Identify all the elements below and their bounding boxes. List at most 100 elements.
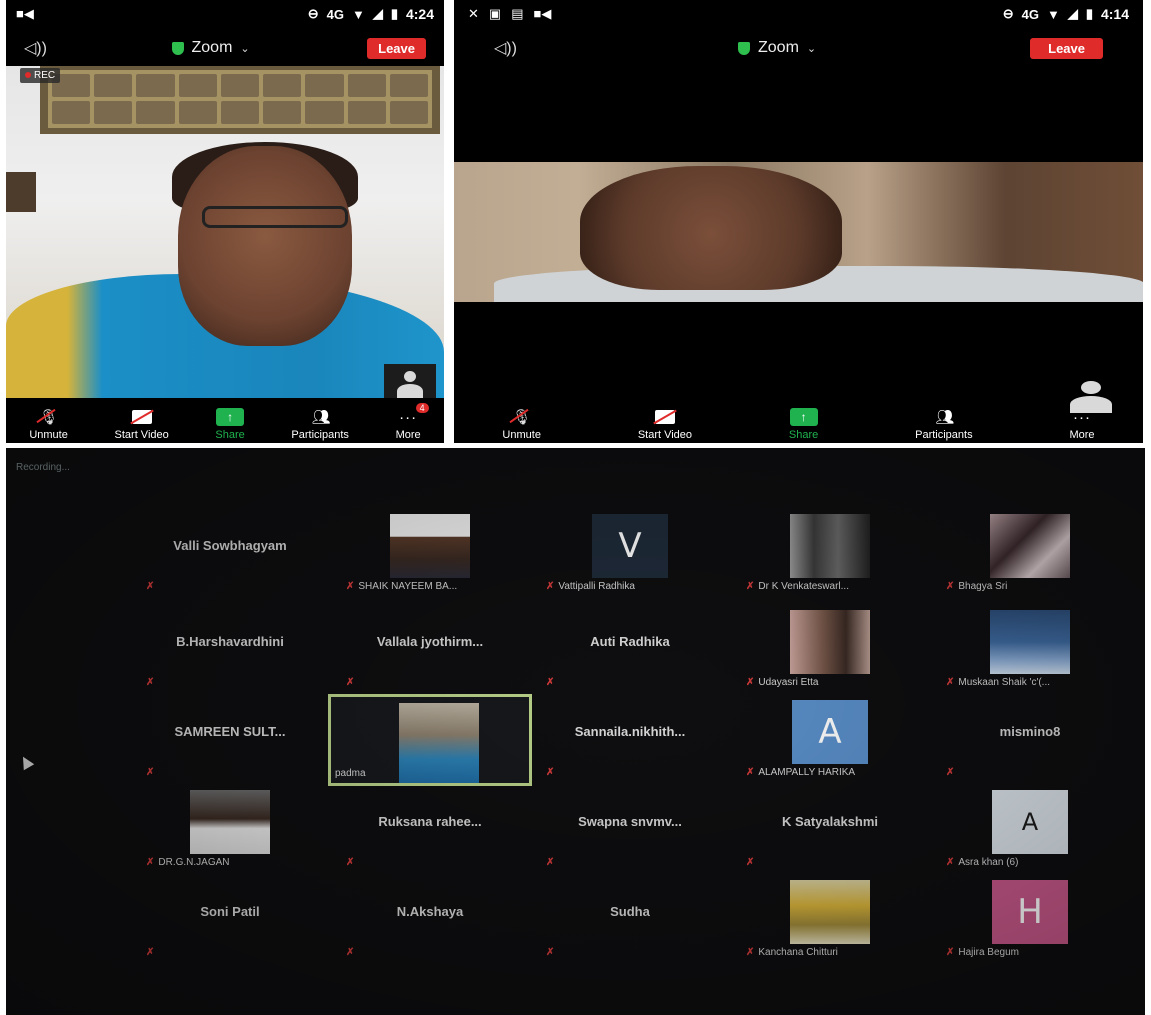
share-button[interactable]: ↑ Share	[215, 407, 245, 441]
status-time: 4:14	[1100, 6, 1129, 22]
participant-tile[interactable]: ✗ SHAIK NAYEEM BA...	[332, 510, 528, 596]
participant-tile[interactable]: K Satyalakshmi ✗	[732, 786, 928, 872]
meeting-toolbar: 🎙︎ Unmute Start Video ↑ Share 👥︎ Participan…	[454, 399, 1143, 443]
mic-muted-icon: ✗	[946, 767, 955, 778]
participant-tile[interactable]: SAMREEN SULT... ✗	[132, 696, 328, 782]
video-camera-icon: ■◀	[533, 6, 552, 21]
participant-label: ✗ Bhagya Sri	[946, 581, 1007, 592]
participant-tile[interactable]: Ruksana rahee... ✗	[332, 786, 528, 872]
participant-label: ✗	[146, 767, 154, 778]
participant-label: ✗	[746, 857, 754, 868]
participant-label: ✗ SHAIK NAYEEM BA...	[346, 581, 457, 592]
speaker-face	[178, 146, 352, 346]
video-off-icon	[131, 410, 152, 424]
participant-tile[interactable]: N.Akshaya ✗	[332, 876, 528, 962]
more-badge: 4	[415, 403, 429, 413]
leave-button[interactable]: Leave	[1030, 37, 1103, 59]
participant-label-text: DR.G.N.JAGAN	[158, 857, 230, 868]
more-button[interactable]: ··· 4 More	[395, 403, 429, 441]
participant-name: B.Harshavardhini	[176, 634, 284, 649]
apple-logo-avatar: A	[992, 790, 1068, 854]
start-video-button[interactable]: Start Video	[115, 407, 169, 441]
participant-tile[interactable]: ✗ Kanchana Chitturi	[732, 876, 928, 962]
participant-name: Swapna snvmv...	[578, 814, 682, 829]
more-label: More	[395, 429, 421, 441]
participant-tile[interactable]: ✗ Bhagya Sri	[932, 510, 1128, 596]
participant-name: Vallala jyothirm...	[376, 634, 484, 649]
participant-label: ✗	[546, 857, 554, 868]
unmute-button[interactable]: 🎙︎ Unmute	[29, 407, 68, 441]
mouse-cursor-icon	[17, 753, 35, 771]
participant-photo	[790, 610, 870, 674]
participant-label-text: Vattipalli Radhika	[558, 581, 635, 592]
participant-tile[interactable]: V ✗ Vattipalli Radhika	[532, 510, 728, 596]
participant-label: ✗ Asra khan (6)	[946, 857, 1018, 868]
more-dots-icon: ···	[399, 408, 418, 426]
participant-label: ✗	[346, 857, 354, 868]
participant-tile[interactable]: ✗ Dr K Venkateswarl...	[732, 510, 928, 596]
network-label: 4G	[1021, 6, 1039, 22]
gallery-view-screen: Recording... Valli Sowbhagyam ✗ ✗ SHAIK NAY…	[6, 448, 1145, 1015]
participant-name: Soni Patil	[200, 904, 260, 919]
video-camera-icon: ■◀	[16, 6, 34, 21]
participant-tile[interactable]: Swapna snvmv... ✗	[532, 786, 728, 872]
participant-tile[interactable]: A ✗ Asra khan (6)	[932, 786, 1128, 872]
participant-tile[interactable]: padma	[328, 694, 532, 786]
participant-name: Auti Radhika	[590, 634, 670, 649]
share-button[interactable]: ↑ Share	[789, 407, 818, 441]
participant-photo	[990, 610, 1070, 674]
unmute-label: Unmute	[502, 429, 541, 441]
participants-icon: 👥︎	[311, 409, 331, 426]
mic-muted-icon: ✗	[546, 677, 555, 688]
mic-muted-icon: ✗	[346, 857, 355, 868]
start-video-button[interactable]: Start Video	[638, 407, 692, 441]
mic-muted-icon: ✗	[546, 947, 555, 958]
participant-tile[interactable]: Soni Patil ✗	[132, 876, 328, 962]
more-button[interactable]: ··· More	[1069, 407, 1094, 442]
missed-call-icon: ✕	[468, 6, 479, 21]
speaker-icon[interactable]: ◁))	[494, 38, 524, 58]
signal-icon: ◢	[1067, 6, 1078, 21]
video-off-icon	[654, 410, 675, 424]
participant-tile[interactable]: H ✗ Hajira Begum	[932, 876, 1128, 962]
participant-tile[interactable]: Sudha ✗	[532, 876, 728, 962]
participant-label-text: Kanchana Chitturi	[758, 947, 838, 958]
participants-button[interactable]: 👥︎ Participants	[915, 407, 972, 441]
unmute-button[interactable]: 🎙︎ Unmute	[502, 407, 541, 441]
mic-muted-icon: ✗	[746, 581, 755, 592]
participant-tile[interactable]: Sannaila.nikhith... ✗	[532, 696, 728, 782]
participant-label: ✗	[346, 677, 354, 688]
participant-photo	[790, 880, 870, 944]
participant-tile[interactable]: mismino8 ✗	[932, 696, 1128, 782]
status-time: 4:24	[405, 6, 434, 22]
participant-label: ✗	[946, 767, 954, 778]
participant-tile[interactable]: B.Harshavardhini ✗	[132, 606, 328, 692]
app-title: Zoom	[758, 39, 799, 56]
participant-tile[interactable]: Valli Sowbhagyam ✗	[132, 510, 328, 596]
participant-tile[interactable]: ✗ DR.G.N.JAGAN	[132, 786, 328, 872]
participant-label-text: Bhagya Sri	[958, 581, 1008, 592]
share-arrow-icon: ↑	[789, 408, 818, 426]
speaker-video	[6, 66, 444, 398]
app-title: Zoom	[191, 39, 233, 56]
participant-label: ✗	[546, 677, 554, 688]
participant-label: ✗ Dr K Venkateswarl...	[746, 581, 849, 592]
participant-tile[interactable]: ✗ Udayasri Etta	[732, 606, 928, 692]
participant-label: ✗	[146, 581, 154, 592]
share-label: Share	[788, 429, 819, 441]
meeting-title[interactable]: Zoom ⌄	[738, 39, 816, 57]
participant-tile[interactable]: Auti Radhika ✗	[532, 606, 728, 692]
speaker-icon[interactable]: ◁))	[24, 38, 54, 58]
participant-tile[interactable]: A ✗ ALAMPALLY HARIKA	[732, 696, 928, 782]
participant-tile[interactable]: Vallala jyothirm... ✗	[332, 606, 528, 692]
share-label: Share	[215, 429, 245, 441]
leave-button[interactable]: Leave	[367, 37, 426, 59]
participant-tile[interactable]: ✗ Muskaan Shaik 'c'(...	[932, 606, 1128, 692]
meeting-title[interactable]: Zoom ⌄	[171, 39, 250, 57]
participants-button[interactable]: 👥︎ Participants	[291, 407, 348, 441]
self-view-thumbnail[interactable]	[384, 364, 436, 398]
speaker-glasses	[202, 206, 348, 228]
participant-label: ✗	[346, 947, 354, 958]
mic-muted-icon: ✗	[546, 767, 555, 778]
meeting-topbar: ◁)) Zoom ⌄ Leave	[6, 32, 444, 64]
